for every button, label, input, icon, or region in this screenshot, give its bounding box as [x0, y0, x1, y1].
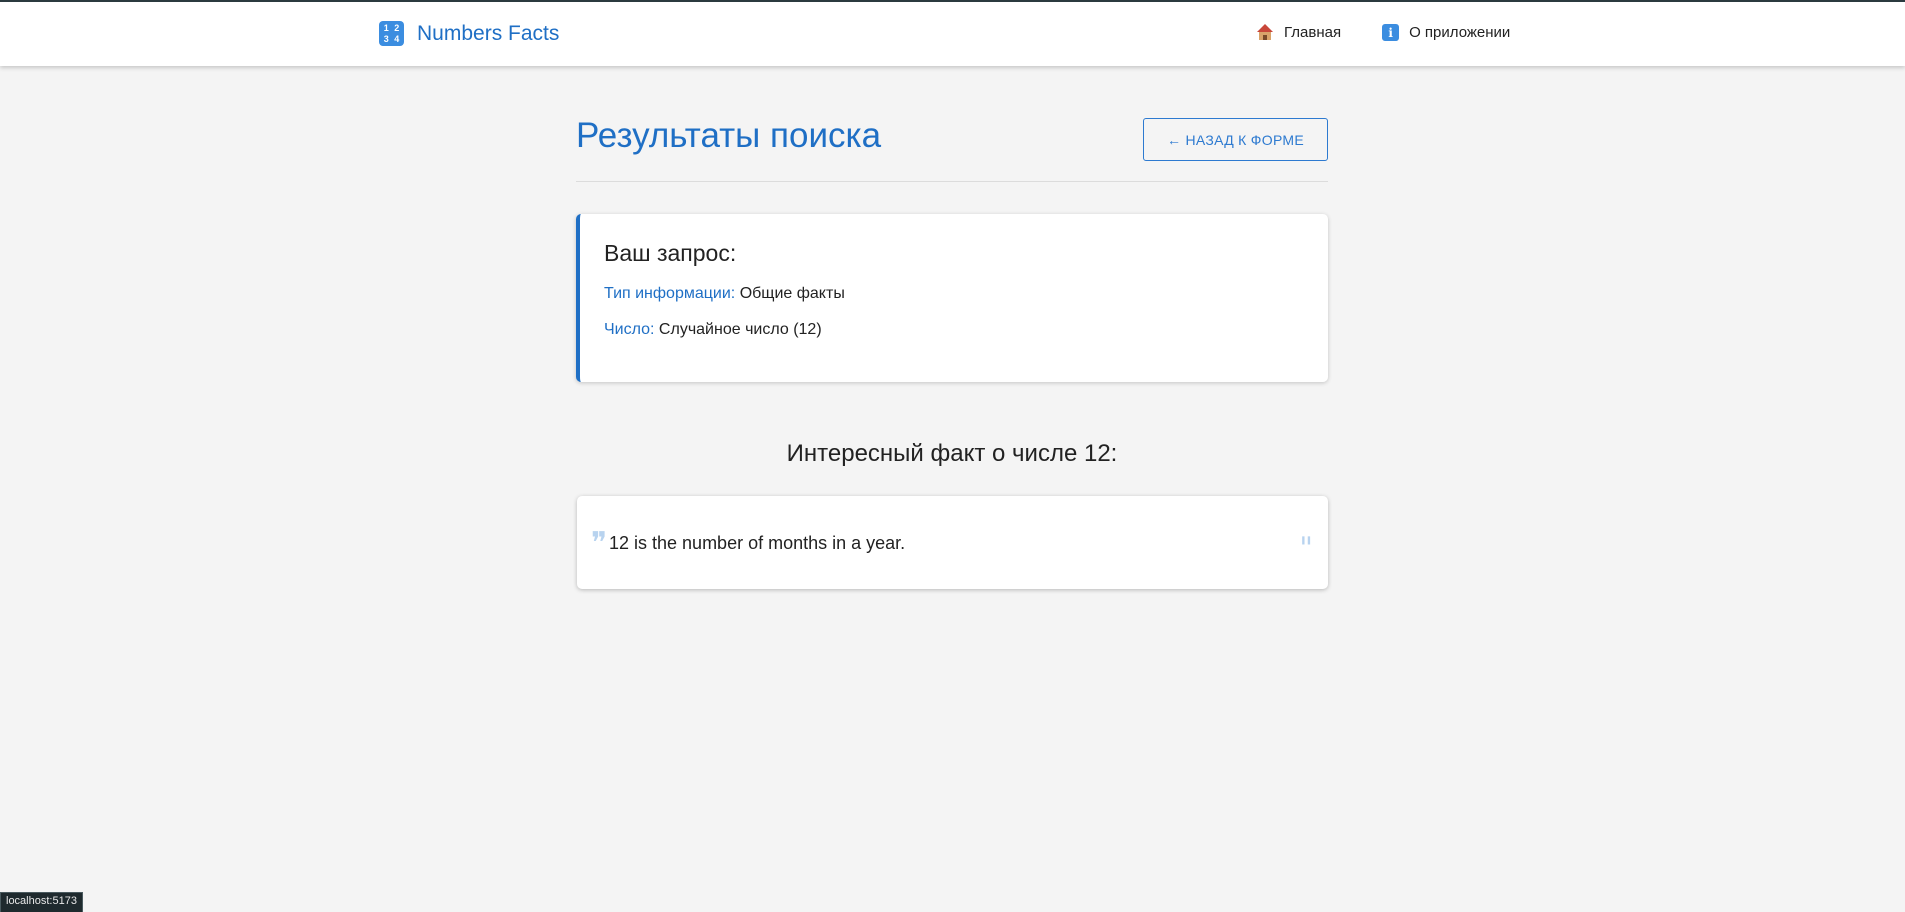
nav-link-about-label: О приложении [1409, 24, 1511, 41]
fact-text: 12 is the number of months in a year. [609, 533, 906, 553]
page-header: Результаты поиска ← НАЗАД К ФОРМЕ [576, 66, 1328, 182]
top-navbar: 1234 Numbers Facts Главная i О приложени… [0, 0, 1905, 66]
query-number-value: Случайное число (12) [658, 321, 822, 338]
home-icon [1256, 24, 1274, 41]
fact-card: ❞ 12 is the number of months in a year. … [577, 496, 1328, 589]
query-title: Ваш запрос: [604, 240, 737, 266]
nav-link-about[interactable]: i О приложении [1382, 24, 1510, 41]
nav-link-home[interactable]: Главная [1256, 24, 1341, 41]
fact-heading: Интересный факт о числе 12: [786, 440, 1118, 467]
query-type-value: Общие факты [739, 285, 845, 302]
back-to-form-button[interactable]: ← НАЗАД К ФОРМЕ [1143, 118, 1328, 161]
main-content: Результаты поиска ← НАЗАД К ФОРМЕ Ваш за… [576, 66, 1328, 589]
close-quote-icon: " [1299, 531, 1313, 566]
open-quote-icon: ❞ [591, 526, 608, 561]
page-title: Результаты поиска [576, 116, 882, 155]
brand-label: Numbers Facts [417, 21, 560, 45]
nav-links: Главная i О приложении [1256, 24, 1510, 41]
brand-link[interactable]: 1234 Numbers Facts [379, 21, 559, 46]
query-type-row: Тип информации: Общие факты [604, 284, 1304, 303]
query-type-label: Тип информации: [604, 285, 736, 302]
query-number-label: Число: [604, 321, 655, 338]
info-icon: i [1382, 24, 1400, 41]
status-bar-url: localhost:5173 [0, 892, 83, 912]
query-card: Ваш запрос: Тип информации: Общие факты … [576, 214, 1328, 382]
numbers-1234-icon: 1234 [379, 21, 404, 46]
nav-link-home-label: Главная [1284, 24, 1342, 41]
query-number-row: Число: Случайное число (12) [604, 320, 1304, 339]
